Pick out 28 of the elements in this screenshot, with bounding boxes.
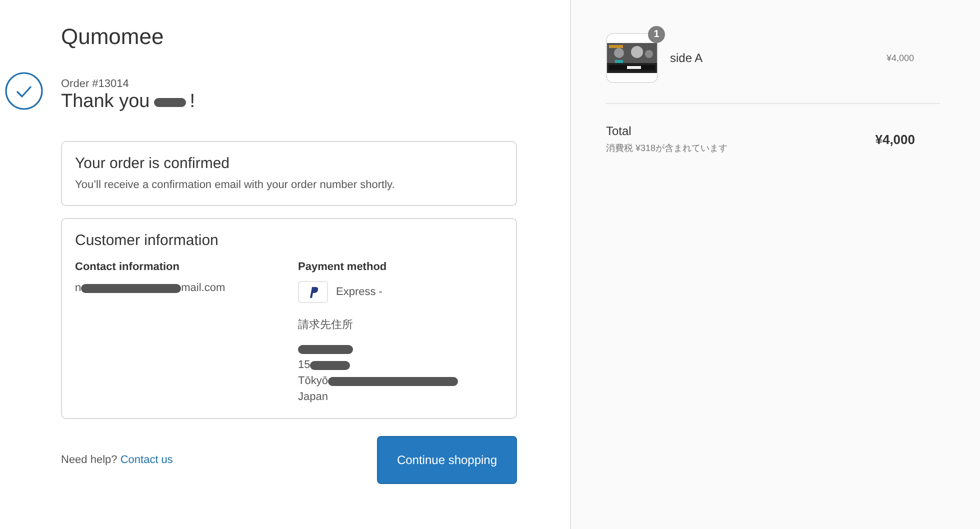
help-text: Need help? <box>61 454 118 466</box>
thank-you-heading: Thank you <box>61 91 150 113</box>
contact-link[interactable]: Contact us <box>120 454 173 466</box>
order-number: Order #13014 <box>61 78 130 90</box>
tax-note: 消費税 ¥318が含まれています <box>606 142 728 155</box>
card-title: Customer information <box>75 232 220 249</box>
confirmation-text: You’ll receive a confirmation email with your order number shortly. <box>75 179 396 191</box>
billing-label: 請求先住所 <box>298 318 354 332</box>
exclamation-mark: ! <box>190 91 196 113</box>
continue-shopping-button[interactable]: Continue shopping <box>377 436 517 484</box>
section-label: Contact information <box>75 261 180 273</box>
quantity-badge: 1 <box>648 26 665 43</box>
email-fragment: n <box>75 282 82 294</box>
product-name: side A <box>670 51 704 65</box>
address-line: 15 <box>298 359 310 371</box>
payment-method: Express - <box>336 286 382 298</box>
total-amount: ¥4,000 <box>875 132 915 147</box>
section-label: Payment method <box>298 261 388 273</box>
product-price: ¥4,000 <box>886 53 914 63</box>
shop-title: Qumomee <box>61 24 165 50</box>
card-title: Your order is confirmed <box>75 155 231 172</box>
redaction-mark <box>154 98 186 106</box>
checkmark-icon <box>5 72 43 110</box>
address-line: Tōkyō <box>298 375 328 387</box>
payment-card-icon <box>298 281 328 303</box>
email-text: mail.com <box>181 282 226 294</box>
address-line: Japan <box>298 391 328 403</box>
total-label: Total <box>606 124 632 138</box>
